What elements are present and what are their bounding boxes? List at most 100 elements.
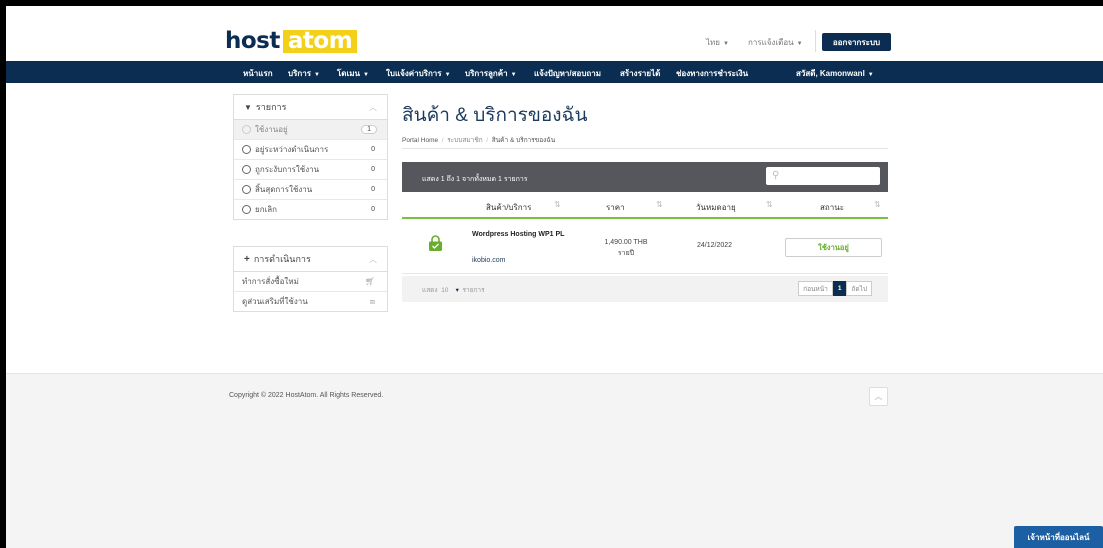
action-label: ดูส่วนเสริมที่ใช้งาน <box>242 297 308 306</box>
nav-tickets[interactable]: แจ้งปัญหา/สอบถาม <box>534 67 601 80</box>
price-cell: 1,490.00 THB รายปี <box>590 237 662 259</box>
filter-panel-title: รายการ <box>255 102 287 112</box>
table-search-input[interactable]: ⚲ <box>766 167 880 185</box>
chevron-down-icon: ▼ <box>796 41 803 47</box>
logout-button[interactable]: ออกจากระบบ <box>822 33 891 51</box>
nav-affiliates[interactable]: สร้างรายได้ <box>620 67 660 80</box>
nav-tickets-label: แจ้งปัญหา/สอบถาม <box>534 69 602 78</box>
sort-icon: ⇅ <box>656 200 663 209</box>
radio-icon <box>242 145 251 154</box>
page-length-control: แสดง 10 ▾ รายการ <box>422 285 485 295</box>
breadcrumb-home[interactable]: Portal Home <box>402 137 438 144</box>
live-chat-button[interactable]: เจ้าหน้าที่ออนไลน์ <box>1014 526 1103 548</box>
divider <box>402 148 888 149</box>
filter-item-terminated[interactable]: สิ้นสุดการใช้งาน 0 <box>234 180 387 200</box>
nav-payment-channels[interactable]: ช่องทางการชำระเงิน <box>676 67 748 80</box>
user-greeting: สวัสดี, Kamonwanl <box>796 69 865 78</box>
filter-count-badge: 0 <box>371 166 375 173</box>
nav-domains[interactable]: โดเมน ▼ <box>337 67 369 80</box>
hostatom-logo[interactable]: host atom <box>225 28 358 54</box>
language-label: ไทย <box>706 38 720 47</box>
column-due-date[interactable]: วันหมดอายุ ⇅ <box>678 195 778 217</box>
actions-panel: + การดำเนินการ ︿ ทำการสั่งซื้อใหม่ 🛒︎ ดู… <box>233 246 388 312</box>
filter-item-label: อยู่ระหว่างดำเนินการ <box>255 145 329 154</box>
pagination-prev[interactable]: ก่อนหน้า <box>798 281 833 296</box>
filter-item-cancelled[interactable]: ยกเลิก 0 <box>234 200 387 219</box>
chevron-down-icon: ▼ <box>722 41 729 47</box>
language-dropdown[interactable]: ไทย ▼ <box>706 36 729 49</box>
price-amount: 1,490.00 THB <box>604 239 648 246</box>
filter-panel-header[interactable]: ▼ รายการ ︿ <box>234 95 387 120</box>
chevron-up-icon: ︿ <box>369 254 377 264</box>
filter-item-label: ถูกระงับการใช้งาน <box>255 165 320 174</box>
breadcrumb-separator: / <box>486 137 489 144</box>
filter-item-active[interactable]: ใช้งานอยู่ 1 <box>234 120 387 140</box>
nav-services[interactable]: บริการ ▼ <box>288 67 320 80</box>
action-view-addons[interactable]: ดูส่วนเสริมที่ใช้งาน ⧈ <box>234 292 387 311</box>
notifications-dropdown[interactable]: การแจ้งเตือน ▼ <box>748 36 803 49</box>
cubes-icon: ⧈ <box>369 296 375 306</box>
column-price[interactable]: ราคา ⇅ <box>580 195 666 217</box>
length-prefix: แสดง <box>422 287 438 294</box>
filter-count-badge: 0 <box>371 186 375 193</box>
sort-icon: ⇅ <box>874 200 881 209</box>
column-product[interactable]: สินค้า/บริการ ⇅ <box>466 195 566 217</box>
search-icon: ⚲ <box>772 170 780 181</box>
pagination-page[interactable]: 1 <box>832 281 847 296</box>
breadcrumb: Portal Home / ระบบสมาชิก / สินค้า & บริก… <box>402 135 555 145</box>
pagination-next[interactable]: ถัดไป <box>846 281 872 296</box>
breadcrumb-current: สินค้า & บริการของฉัน <box>491 137 556 144</box>
column-label: ราคา <box>606 203 625 212</box>
billing-cycle: รายปี <box>617 250 635 257</box>
ssl-lock-icon <box>429 235 442 251</box>
nav-invoices-label: ใบแจ้งค่าบริการ <box>386 69 442 78</box>
table-header: สินค้า/บริการ ⇅ ราคา ⇅ วันหมดอายุ ⇅ สถาน… <box>402 195 888 219</box>
page: host atom ไทย ▼ การแจ้งเตือน ▼ ออกจากระบบ ห… <box>6 6 1103 548</box>
column-label: สถานะ <box>820 203 844 212</box>
actions-panel-header[interactable]: + การดำเนินการ ︿ <box>234 247 387 272</box>
pagination: ก่อนหน้า 1 ถัดไป <box>798 281 872 296</box>
column-label: วันหมดอายุ <box>696 203 736 212</box>
chevron-down-icon: ▼ <box>444 72 451 78</box>
nav-home[interactable]: หน้าแรก <box>243 67 273 80</box>
action-label: ทำการสั่งซื้อใหม่ <box>242 277 299 286</box>
filter-count-badge: 1 <box>361 125 377 134</box>
logo-text-host: host <box>225 28 280 54</box>
filter-item-suspended[interactable]: ถูกระงับการใช้งาน 0 <box>234 160 387 180</box>
chevron-up-icon: ︿ <box>369 102 377 112</box>
notifications-label: การแจ้งเตือน <box>748 38 794 47</box>
filter-item-label: ยกเลิก <box>255 205 278 214</box>
page-length-value: 10 <box>441 287 449 294</box>
nav-services-label: บริการ <box>288 69 312 78</box>
back-to-top-button[interactable]: ︿ <box>869 387 888 406</box>
radio-icon <box>242 125 251 134</box>
status-badge: ใช้งานอยู่ <box>785 238 882 257</box>
breadcrumb-separator: / <box>441 137 444 144</box>
filter-item-label: สิ้นสุดการใช้งาน <box>255 185 313 194</box>
nav-invoices[interactable]: ใบแจ้งค่าบริการ ▼ <box>386 67 451 80</box>
nav-user-menu[interactable]: สวัสดี, Kamonwanl ▼ <box>796 67 874 80</box>
chevron-down-icon: ▾ <box>455 287 459 294</box>
sort-icon: ⇅ <box>766 200 773 209</box>
nav-affiliates-label: สร้างรายได้ <box>620 69 661 78</box>
length-suffix: รายการ <box>462 287 485 294</box>
action-new-order[interactable]: ทำการสั่งซื้อใหม่ 🛒︎ <box>234 272 387 292</box>
nav-support[interactable]: บริการลูกค้า ▼ <box>465 67 517 80</box>
table-row[interactable]: Wordpress Hosting WP1 PL ikobio.com 1,49… <box>402 219 888 274</box>
divider <box>815 30 816 52</box>
cart-icon: 🛒︎ <box>364 277 375 286</box>
radio-icon <box>242 165 251 174</box>
product-domain[interactable]: ikobio.com <box>472 257 505 264</box>
page-title: สินค้า & บริการของฉัน <box>402 105 588 126</box>
column-status[interactable]: สถานะ ⇅ <box>786 195 886 217</box>
nav-domains-label: โดเมน <box>337 69 360 78</box>
filter-item-pending[interactable]: อยู่ระหว่างดำเนินการ 0 <box>234 140 387 160</box>
chevron-up-icon: ︿ <box>874 392 883 401</box>
nav-payment-label: ช่องทางการชำระเงิน <box>676 69 749 78</box>
page-length-select[interactable]: 10 ▾ <box>441 287 459 294</box>
plus-icon: + <box>244 253 250 265</box>
chevron-down-icon: ▼ <box>362 72 369 78</box>
radio-icon <box>242 205 251 214</box>
radio-icon <box>242 185 251 194</box>
breadcrumb-member[interactable]: ระบบสมาชิก <box>447 137 482 144</box>
